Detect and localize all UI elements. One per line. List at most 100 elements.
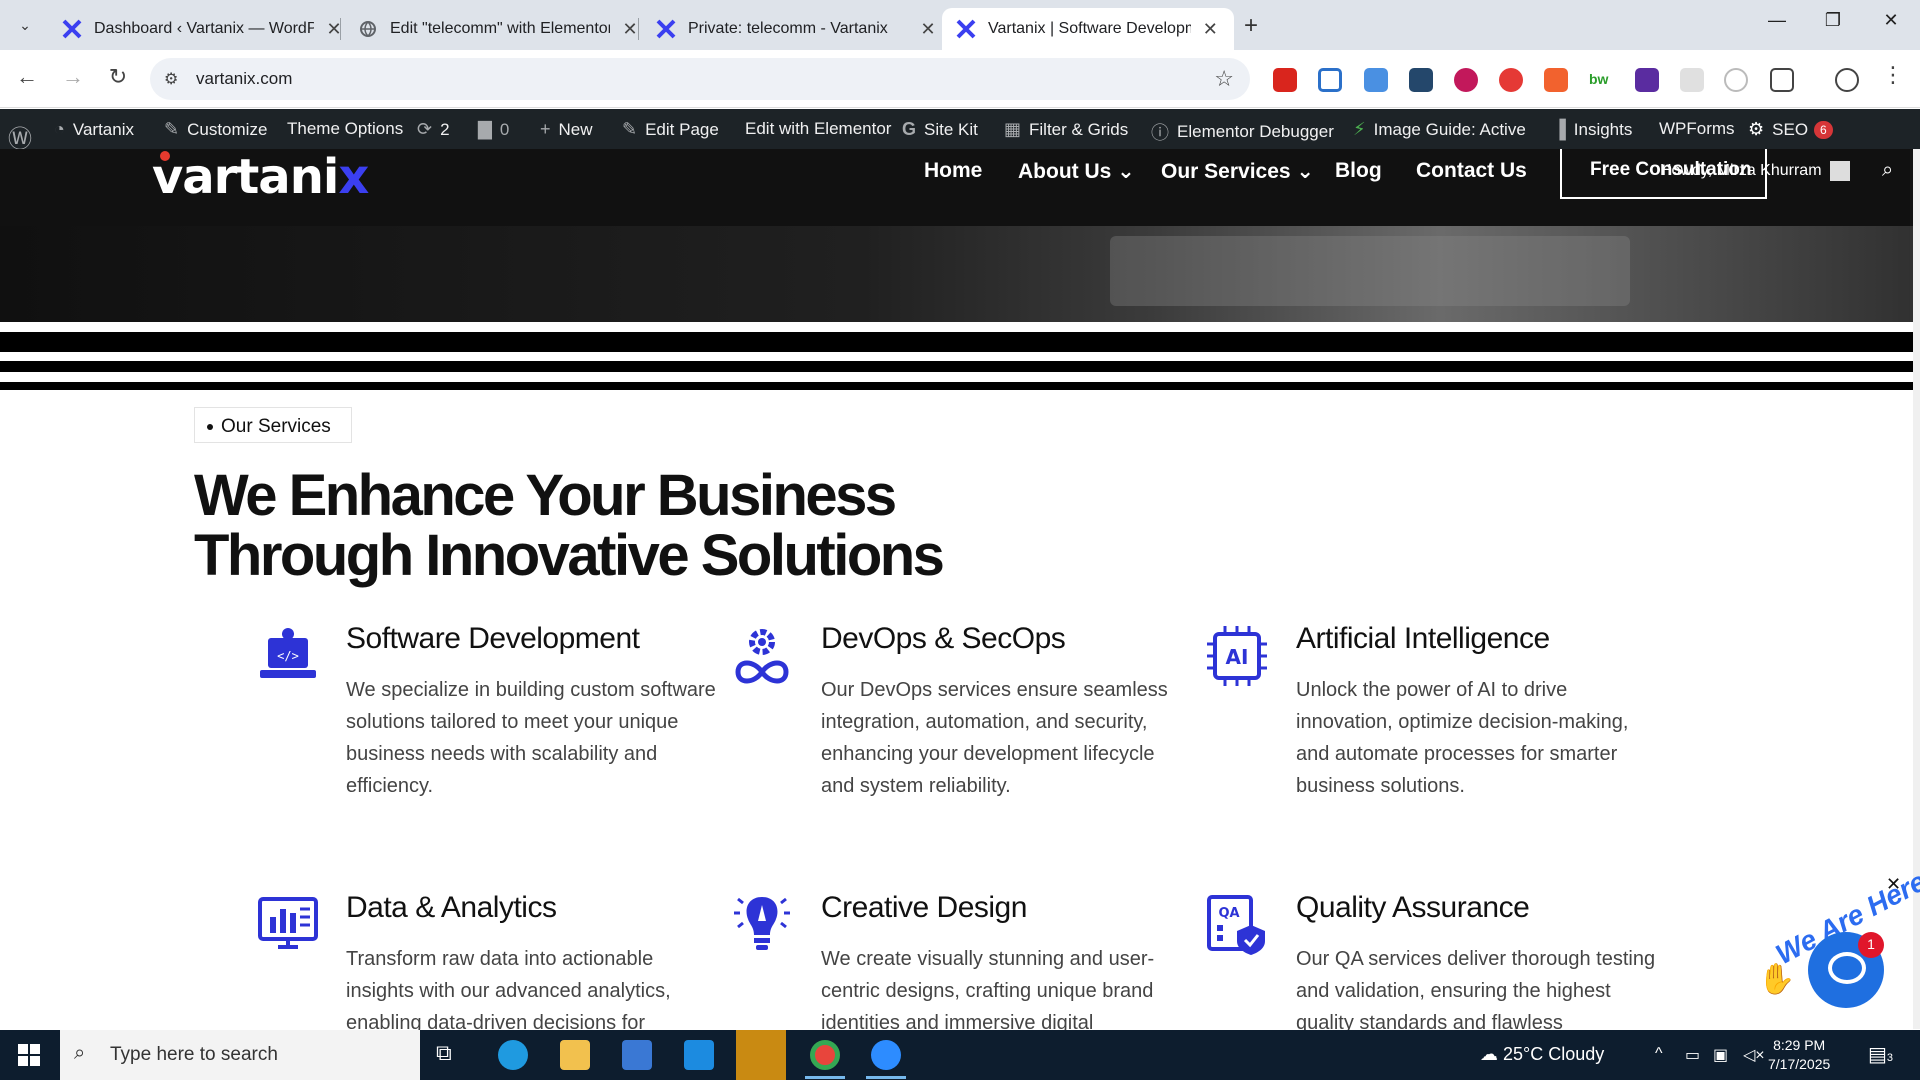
service-title[interactable]: Quality Assurance	[1296, 891, 1530, 925]
globe-favicon-icon	[358, 19, 378, 39]
bw-extension-icon[interactable]: bw	[1589, 68, 1613, 92]
adminbar-comments[interactable]: ▇ 0	[478, 119, 509, 140]
reload-button[interactable]: ↻	[103, 64, 133, 90]
notification-center-icon[interactable]: ▤3	[1868, 1042, 1893, 1067]
task-view-icon[interactable]: ⧉	[436, 1040, 466, 1070]
tab-close-icon[interactable]: ✕	[1201, 19, 1220, 40]
adminbar-edit-elementor[interactable]: Edit with Elementor	[745, 119, 891, 139]
adminbar-debugger[interactable]: ⓘ Elementor Debugger	[1151, 119, 1334, 145]
adminbar-seo[interactable]: ⚙ SEO 6	[1748, 119, 1833, 140]
service-title[interactable]: Artificial Intelligence	[1296, 622, 1550, 656]
taskbar-search[interactable]: ⌕ Type here to search	[60, 1030, 420, 1080]
adminbar-theme-options[interactable]: Theme Options	[287, 119, 403, 139]
nav-about-us[interactable]: About Us ⌄	[1018, 159, 1135, 184]
stripe-black	[0, 332, 1913, 352]
back-button[interactable]: ←	[12, 64, 42, 90]
headline-line-1: We Enhance Your Business	[194, 463, 897, 528]
doc-extension-icon[interactable]	[1364, 68, 1388, 92]
svg-text:</>: </>	[277, 649, 299, 663]
compass-extension-icon[interactable]	[1724, 68, 1748, 92]
tab-close-icon[interactable]: ✕	[620, 19, 640, 40]
adminbar-image-guide-label: Image Guide: Active	[1373, 119, 1526, 139]
profile-icon[interactable]	[1835, 68, 1859, 92]
tab-separator	[638, 18, 639, 40]
percent-extension-icon[interactable]	[1544, 68, 1568, 92]
section-tag: Our Services	[194, 407, 352, 443]
service-title[interactable]: DevOps & SecOps	[821, 622, 1066, 656]
browser-toolbar: ← → ↻ ⚙ vartanix.com ☆ bw 69 ⋮	[0, 50, 1920, 145]
adminbar-new[interactable]: + New	[540, 119, 593, 140]
adminbar-edit-page[interactable]: ✎ Edit Page	[622, 119, 719, 140]
adminbar-filter-grids[interactable]: ▦ Filter & Grids	[1004, 119, 1128, 140]
minimize-button[interactable]: —	[1762, 10, 1792, 31]
mail-icon[interactable]	[684, 1040, 714, 1070]
adminbar-image-guide[interactable]: ⚡ Image Guide: Active	[1353, 119, 1526, 140]
tray-chevron-icon[interactable]: ^	[1655, 1045, 1663, 1063]
service-title[interactable]: Data & Analytics	[346, 891, 557, 925]
close-window-button[interactable]: ✕	[1876, 10, 1906, 31]
bar-chart-icon: ▐	[1553, 119, 1566, 139]
store-icon[interactable]	[622, 1040, 652, 1070]
forward-button[interactable]: →	[58, 64, 88, 90]
graduation-extension-icon[interactable]	[1635, 68, 1659, 92]
adminbar-updates[interactable]: ⟳ 2	[417, 119, 450, 140]
extensions-puzzle-icon[interactable]	[1770, 68, 1794, 92]
plus-icon: +	[540, 119, 551, 139]
address-bar[interactable]: ⚙ vartanix.com ☆	[150, 58, 1250, 100]
nav-home[interactable]: Home	[924, 159, 982, 183]
url-text[interactable]: vartanix.com	[196, 69, 292, 89]
edge-icon[interactable]	[498, 1040, 528, 1070]
pdf-extension-icon[interactable]	[1273, 68, 1297, 92]
browser-menu-icon[interactable]: ⋮	[1878, 62, 1908, 88]
tab-elementor[interactable]: Edit "telecomm" with Elementor ✕	[344, 8, 654, 50]
file-explorer-icon[interactable]	[560, 1040, 590, 1070]
wp-admin-bar: Ⓦ ◔ Vartanix ✎ Customize Theme Options ⟳ 2 …	[0, 109, 1920, 153]
color-extension-icon[interactable]	[1454, 68, 1478, 92]
bookmark-star-icon[interactable]: ☆	[1214, 66, 1234, 92]
howdy-user[interactable]: Howdy, Mirza Khurram	[1660, 161, 1850, 181]
tab-vartanix-active[interactable]: Vartanix | Software Development ✕	[942, 8, 1234, 50]
vartanix-logo[interactable]: vartanix	[152, 149, 369, 205]
pokeball-extension-icon[interactable]	[1499, 68, 1523, 92]
blank-extension-icon[interactable]	[1680, 68, 1704, 92]
tab-close-icon[interactable]: ✕	[324, 19, 344, 40]
tab-dashboard[interactable]: Dashboard ‹ Vartanix — WordPress ✕	[48, 8, 358, 50]
weather-widget[interactable]: ☁ 25°C Cloudy	[1480, 1044, 1604, 1065]
chat-bubble-icon	[1828, 952, 1866, 984]
pencil-icon: ✎	[622, 119, 638, 139]
nav-our-services[interactable]: Our Services ⌄	[1161, 159, 1314, 184]
tab-title: Dashboard ‹ Vartanix — WordPress	[94, 20, 314, 37]
adminbar-wpforms[interactable]: WPForms	[1659, 119, 1735, 139]
system-clock[interactable]: 8:29 PM 7/17/2025	[1768, 1036, 1830, 1074]
search-icon[interactable]: ⌕	[1882, 159, 1893, 182]
adminbar-insights[interactable]: ▐ Insights	[1553, 119, 1632, 140]
folder-extension-icon[interactable]	[1409, 68, 1433, 92]
howdy-label: Howdy, Mirza Khurram	[1660, 162, 1822, 180]
chrome-active-indicator	[805, 1076, 845, 1079]
restore-button[interactable]: ❐	[1818, 10, 1848, 31]
tab-close-icon[interactable]: ✕	[918, 19, 938, 40]
adminbar-site-kit[interactable]: G Site Kit	[902, 119, 978, 140]
service-title[interactable]: Creative Design	[821, 891, 1027, 925]
nav-blog[interactable]: Blog	[1335, 159, 1382, 183]
adminbar-site[interactable]: ◔ Vartanix	[54, 119, 134, 140]
tray-device-icon[interactable]: ▭	[1685, 1045, 1700, 1065]
hero-image-blur	[1110, 236, 1630, 306]
sticky-notes-icon[interactable]	[736, 1030, 786, 1080]
zoom-icon[interactable]	[871, 1040, 901, 1070]
volume-muted-icon[interactable]: ◁×	[1743, 1045, 1765, 1065]
chat-unread-badge: 1	[1858, 932, 1884, 958]
service-desc: We specialize in building custom softwar…	[346, 679, 716, 797]
nav-contact-us[interactable]: Contact Us	[1416, 159, 1527, 183]
shield-extension-icon[interactable]	[1318, 68, 1342, 92]
service-title[interactable]: Software Development	[346, 622, 640, 656]
tab-private-telecomm[interactable]: Private: telecomm - Vartanix ✕	[642, 8, 952, 50]
waving-hand-icon: ✋	[1758, 963, 1796, 996]
network-icon[interactable]: ▣	[1713, 1045, 1728, 1065]
adminbar-customize[interactable]: ✎ Customize	[164, 119, 267, 140]
section-headline: We Enhance Your Business Through Innovat…	[194, 463, 945, 586]
chrome-icon[interactable]	[810, 1040, 840, 1070]
tab-search-button[interactable]: ⌄	[12, 12, 38, 38]
site-info-icon[interactable]: ⚙	[164, 69, 178, 89]
new-tab-button[interactable]: +	[1244, 12, 1258, 40]
